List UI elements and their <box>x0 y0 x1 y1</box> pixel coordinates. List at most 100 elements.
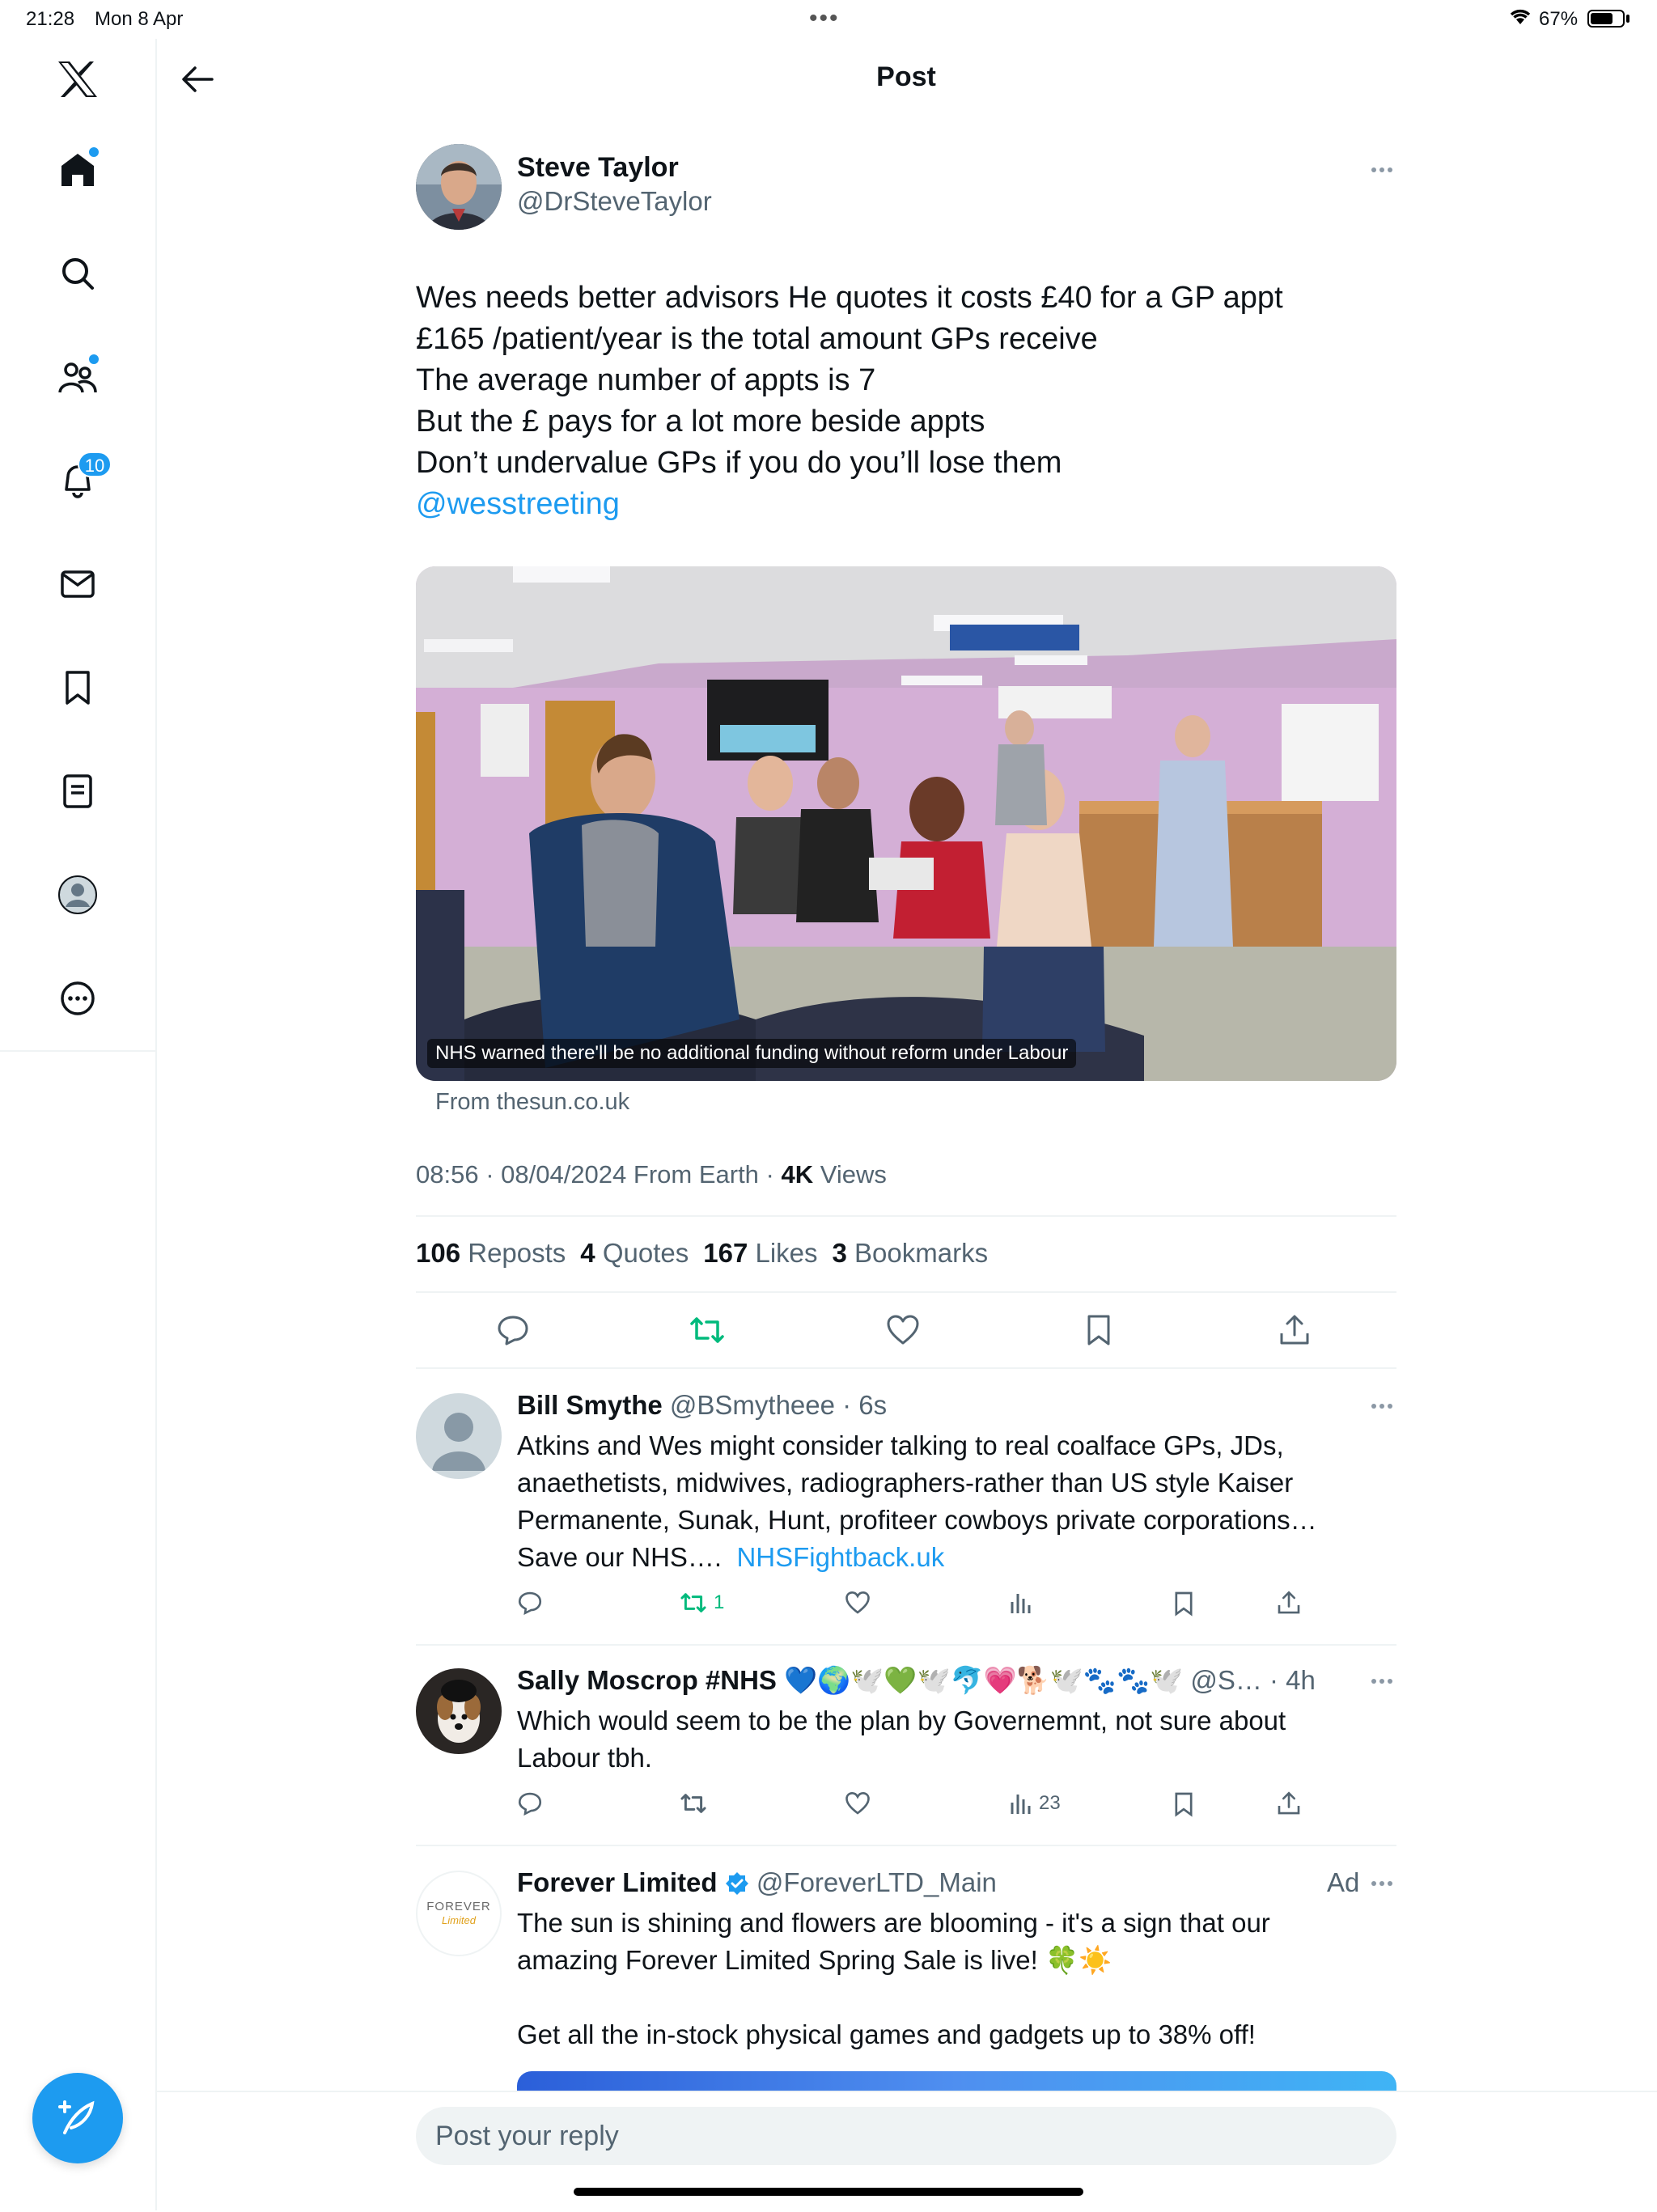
bookmark-icon <box>1175 1792 1193 1817</box>
multitasking-dots-icon[interactable]: ••• <box>809 5 840 32</box>
ad-text: The sun is shining and flowers are bloom… <box>517 1908 1270 2049</box>
x-logo-icon[interactable] <box>53 55 102 104</box>
status-time: 21:28 <box>26 8 75 30</box>
nav-home-icon[interactable] <box>53 146 102 194</box>
ad-label: Ad <box>1327 1867 1360 1897</box>
status-bar: 21:28 Mon 8 Apr ••• 67% <box>0 0 1657 39</box>
nav-bookmarks-icon[interactable] <box>53 663 102 712</box>
notifications-badge: 10 <box>78 451 112 477</box>
reply-handle-time[interactable]: @BSmytheee · 6s <box>670 1390 887 1420</box>
reply-text: Atkins and Wes might consider talking to… <box>517 1430 1317 1572</box>
post-text: Wes needs better advisors He quotes it c… <box>416 278 1387 525</box>
feather-plus-icon <box>58 2100 95 2134</box>
reply-button[interactable] <box>489 1306 537 1354</box>
advertiser-logo[interactable]: FOREVER Limited <box>416 1871 502 1956</box>
views-count: 4K <box>781 1160 814 1189</box>
bookmark-icon <box>1087 1315 1110 1345</box>
back-button[interactable] <box>175 57 220 102</box>
post-more-icon[interactable] <box>1366 162 1398 178</box>
back-arrow-icon <box>182 66 214 92</box>
reply-handle-time[interactable]: @S… · 4h <box>1190 1665 1316 1695</box>
reply-more-icon[interactable] <box>1366 1398 1398 1414</box>
reply-text: Which would seem to be the plan by Gover… <box>517 1706 1286 1773</box>
nav-communities-icon[interactable] <box>53 353 102 401</box>
link-card-image[interactable]: NHS warned there'll be no additional fun… <box>416 566 1396 1081</box>
reply-share-button[interactable] <box>1277 1591 1301 1615</box>
views-icon <box>1011 1594 1031 1613</box>
link-source[interactable]: From thesun.co.uk <box>435 1089 629 1116</box>
reply-header: Bill Smythe @BSmytheee · 6s <box>517 1390 887 1421</box>
author-avatar[interactable] <box>416 144 502 230</box>
nav-profile-avatar[interactable] <box>53 871 102 919</box>
reply-external-link[interactable]: NHSFightback.uk <box>736 1542 944 1572</box>
home-indicator[interactable] <box>574 2188 1083 2196</box>
reply-icon <box>518 1792 542 1816</box>
bookmark-icon <box>1175 1591 1193 1617</box>
reply-avatar[interactable] <box>416 1668 502 1754</box>
reply-more-icon[interactable] <box>1366 1673 1398 1689</box>
heart-icon <box>887 1315 919 1345</box>
advertiser-name[interactable]: Forever Limited <box>517 1867 718 1897</box>
heart-icon <box>845 1591 870 1614</box>
nav-more-icon[interactable] <box>53 974 102 1023</box>
mention-link[interactable]: @wesstreeting <box>416 484 1387 525</box>
views-icon <box>1011 1795 1031 1814</box>
reply-icon <box>498 1316 528 1345</box>
reply-like-button[interactable] <box>845 1791 871 1816</box>
reply-bookmark-button[interactable] <box>1173 1791 1194 1817</box>
reply-repost-count: 1 <box>714 1591 725 1613</box>
nav-lists-icon[interactable] <box>53 767 102 816</box>
advertiser-handle[interactable]: @ForeverLTD_Main <box>756 1867 997 1897</box>
reply-header: Sally Moscrop #NHS 💙🌍🕊️💚🕊️🐬💗🐕🕊️🐾🐾🕊️ @S… … <box>517 1665 1316 1697</box>
home-unread-dot <box>89 147 99 157</box>
status-date: Mon 8 Apr <box>95 8 184 30</box>
compose-post-button[interactable] <box>32 2073 123 2163</box>
bookmark-button[interactable] <box>1074 1306 1123 1354</box>
share-button[interactable] <box>1270 1306 1319 1354</box>
reply-input[interactable] <box>416 2107 1396 2165</box>
like-button[interactable] <box>879 1306 927 1354</box>
author-name[interactable]: Steve Taylor <box>517 152 679 184</box>
post-timestamp: 08:56 · 08/04/2024 From Earth · 4K Views <box>416 1160 887 1189</box>
repost-icon <box>680 1593 706 1612</box>
ad-media-banner[interactable] <box>517 2071 1396 2091</box>
reply-like-button[interactable] <box>845 1591 871 1615</box>
battery-icon <box>1587 10 1625 28</box>
gp-waiting-room-photo <box>416 566 1396 1081</box>
reply-share-button[interactable] <box>1277 1791 1301 1816</box>
reply-views-button[interactable] <box>1010 1591 1032 1615</box>
battery-percent: 67% <box>1539 8 1579 30</box>
reply-repost-button[interactable] <box>680 1791 707 1816</box>
ad-header: Forever Limited @ForeverLTD_Main <box>517 1867 997 1898</box>
reply-avatar[interactable] <box>416 1393 502 1479</box>
reply-reply-button[interactable] <box>518 1591 542 1615</box>
reply-views-button[interactable]: 23 <box>1010 1791 1061 1816</box>
reply-repost-button[interactable]: 1 <box>680 1591 724 1615</box>
reply-author-name[interactable]: Bill Smythe <box>517 1390 663 1420</box>
ad-more-icon[interactable] <box>1366 1875 1398 1892</box>
reply-views-count: 23 <box>1039 1792 1061 1814</box>
reply-author-name[interactable]: Sally Moscrop #NHS 💙🌍🕊️💚🕊️🐬💗🐕🕊️🐾🐾🕊️ <box>517 1665 1183 1695</box>
quotes-stat[interactable]: 4 Quotes <box>580 1238 689 1268</box>
reposts-stat[interactable]: 106 Reposts <box>416 1238 566 1268</box>
reply-reply-button[interactable] <box>518 1791 542 1816</box>
reply-bookmark-button[interactable] <box>1173 1591 1194 1617</box>
nav-notifications-icon[interactable]: 10 <box>53 451 112 505</box>
verified-badge-icon <box>725 1872 748 1895</box>
likes-stat[interactable]: 167 Likes <box>703 1238 817 1268</box>
repost-button[interactable] <box>683 1306 731 1354</box>
share-icon <box>1278 1791 1300 1815</box>
repost-icon <box>680 1794 706 1813</box>
bookmarks-stat[interactable]: 3 Bookmarks <box>833 1238 989 1268</box>
wifi-icon <box>1508 6 1532 32</box>
nav-messages-icon[interactable] <box>53 560 102 608</box>
nav-search-icon[interactable] <box>53 249 102 298</box>
repost-icon <box>690 1317 724 1343</box>
post-stats: 106 Reposts 4 Quotes 167 Likes 3 Bookmarks <box>416 1238 988 1269</box>
heart-icon <box>845 1791 870 1815</box>
author-handle[interactable]: @DrSteveTaylor <box>517 186 712 217</box>
share-icon <box>1278 1591 1300 1614</box>
share-icon <box>1280 1315 1309 1345</box>
page-title: Post <box>876 61 936 92</box>
communities-unread-dot <box>89 354 99 364</box>
